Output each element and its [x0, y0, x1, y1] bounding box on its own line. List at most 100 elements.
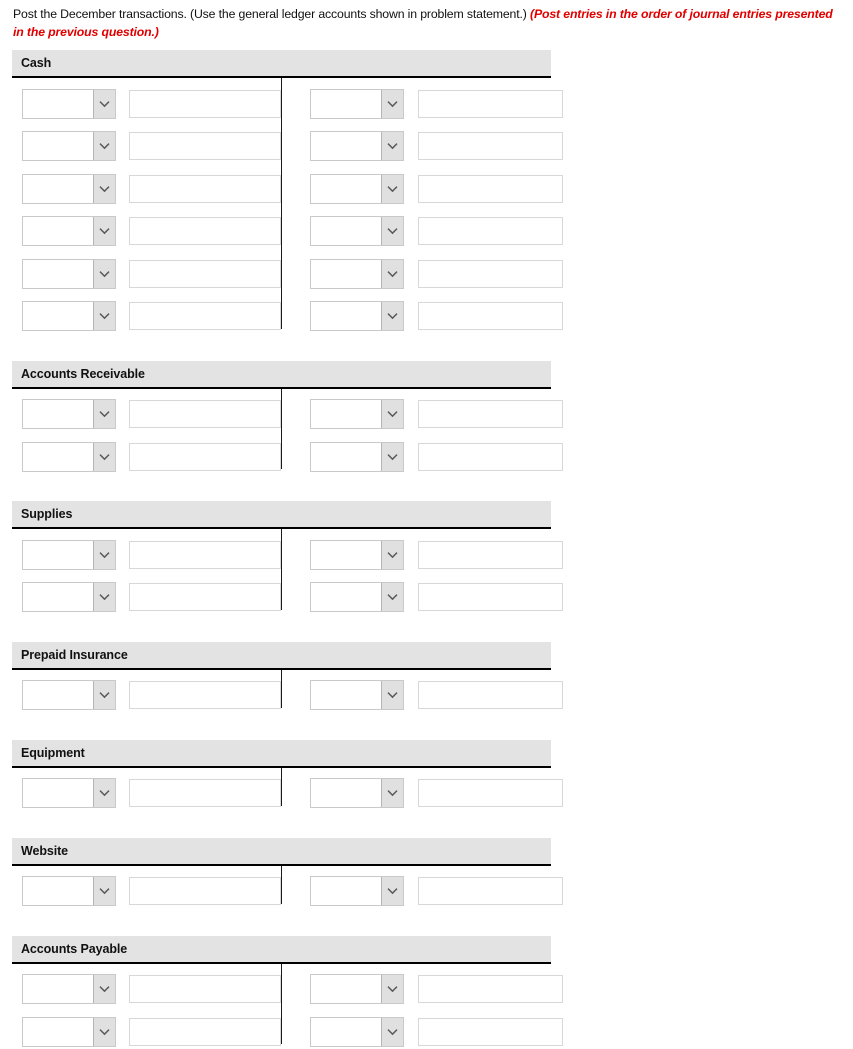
chevron-down-icon[interactable] [381, 132, 403, 160]
chevron-down-icon[interactable] [381, 260, 403, 288]
chevron-down-icon[interactable] [93, 681, 115, 709]
credit-description-select[interactable] [310, 174, 404, 204]
credit-amount-input[interactable] [418, 779, 563, 807]
credit-description-select[interactable] [310, 680, 404, 710]
credit-amount-input[interactable] [418, 302, 563, 330]
credit-side [281, 301, 551, 331]
credit-amount-input[interactable] [418, 260, 563, 288]
credit-amount-input[interactable] [418, 877, 563, 905]
credit-description-select[interactable] [310, 301, 404, 331]
debit-description-select[interactable] [22, 89, 116, 119]
debit-description-select[interactable] [22, 399, 116, 429]
debit-description-select[interactable] [22, 876, 116, 906]
chevron-down-icon[interactable] [381, 779, 403, 807]
debit-amount-input[interactable] [129, 400, 281, 428]
chevron-down-icon[interactable] [381, 681, 403, 709]
credit-description-select[interactable] [310, 89, 404, 119]
chevron-down-icon[interactable] [93, 217, 115, 245]
credit-description-select[interactable] [310, 399, 404, 429]
debit-description-select[interactable] [22, 442, 116, 472]
debit-amount-input[interactable] [129, 583, 281, 611]
debit-amount-input[interactable] [129, 877, 281, 905]
chevron-down-icon[interactable] [381, 975, 403, 1003]
credit-amount-input[interactable] [418, 443, 563, 471]
debit-amount-input[interactable] [129, 260, 281, 288]
credit-description-select[interactable] [310, 974, 404, 1004]
debit-description-value [28, 443, 91, 471]
credit-amount-input[interactable] [418, 541, 563, 569]
debit-description-select[interactable] [22, 540, 116, 570]
credit-description-select[interactable] [310, 876, 404, 906]
debit-credit-divider [281, 389, 282, 470]
debit-description-select[interactable] [22, 301, 116, 331]
credit-description-select[interactable] [310, 540, 404, 570]
debit-description-value [28, 175, 91, 203]
credit-amount-input[interactable] [418, 975, 563, 1003]
chevron-down-icon[interactable] [381, 217, 403, 245]
debit-description-select[interactable] [22, 974, 116, 1004]
debit-description-select[interactable] [22, 216, 116, 246]
debit-description-select[interactable] [22, 582, 116, 612]
debit-amount-input[interactable] [129, 302, 281, 330]
debit-amount-input[interactable] [129, 541, 281, 569]
chevron-down-icon[interactable] [93, 583, 115, 611]
credit-description-select[interactable] [310, 582, 404, 612]
chevron-down-icon[interactable] [381, 443, 403, 471]
debit-amount-input[interactable] [129, 681, 281, 709]
chevron-down-icon[interactable] [381, 175, 403, 203]
credit-description-value [316, 400, 379, 428]
debit-amount-input[interactable] [129, 779, 281, 807]
chevron-down-icon[interactable] [381, 1018, 403, 1046]
debit-description-select[interactable] [22, 259, 116, 289]
credit-description-select[interactable] [310, 1017, 404, 1047]
chevron-down-icon[interactable] [381, 302, 403, 330]
chevron-down-icon[interactable] [381, 400, 403, 428]
credit-description-select[interactable] [310, 216, 404, 246]
credit-amount-input[interactable] [418, 90, 563, 118]
credit-description-select[interactable] [310, 259, 404, 289]
debit-description-select[interactable] [22, 680, 116, 710]
chevron-down-icon[interactable] [93, 779, 115, 807]
debit-description-select[interactable] [22, 1017, 116, 1047]
credit-description-select[interactable] [310, 131, 404, 161]
chevron-down-icon[interactable] [93, 302, 115, 330]
debit-amount-input[interactable] [129, 217, 281, 245]
debit-description-select[interactable] [22, 131, 116, 161]
chevron-down-icon[interactable] [93, 132, 115, 160]
debit-description-value [28, 975, 91, 1003]
credit-amount-input[interactable] [418, 1018, 563, 1046]
account-title-accounts-receivable: Accounts Receivable [12, 361, 551, 389]
chevron-down-icon[interactable] [93, 260, 115, 288]
credit-amount-input[interactable] [418, 175, 563, 203]
debit-description-select[interactable] [22, 174, 116, 204]
chevron-down-icon[interactable] [381, 583, 403, 611]
debit-amount-input[interactable] [129, 90, 281, 118]
debit-credit-divider [281, 866, 282, 904]
debit-amount-input[interactable] [129, 1018, 281, 1046]
chevron-down-icon[interactable] [93, 443, 115, 471]
debit-amount-input[interactable] [129, 132, 281, 160]
chevron-down-icon[interactable] [93, 541, 115, 569]
credit-amount-input[interactable] [418, 217, 563, 245]
chevron-down-icon[interactable] [93, 975, 115, 1003]
chevron-down-icon[interactable] [93, 1018, 115, 1046]
credit-amount-input[interactable] [418, 583, 563, 611]
chevron-down-icon[interactable] [381, 90, 403, 118]
credit-description-select[interactable] [310, 442, 404, 472]
debit-side [12, 89, 281, 119]
chevron-down-icon[interactable] [93, 175, 115, 203]
debit-credit-divider [281, 529, 282, 610]
debit-amount-input[interactable] [129, 975, 281, 1003]
debit-amount-input[interactable] [129, 443, 281, 471]
debit-description-select[interactable] [22, 778, 116, 808]
credit-amount-input[interactable] [418, 681, 563, 709]
credit-amount-input[interactable] [418, 132, 563, 160]
chevron-down-icon[interactable] [93, 400, 115, 428]
chevron-down-icon[interactable] [93, 90, 115, 118]
credit-amount-input[interactable] [418, 400, 563, 428]
credit-description-select[interactable] [310, 778, 404, 808]
chevron-down-icon[interactable] [93, 877, 115, 905]
chevron-down-icon[interactable] [381, 541, 403, 569]
debit-amount-input[interactable] [129, 175, 281, 203]
chevron-down-icon[interactable] [381, 877, 403, 905]
